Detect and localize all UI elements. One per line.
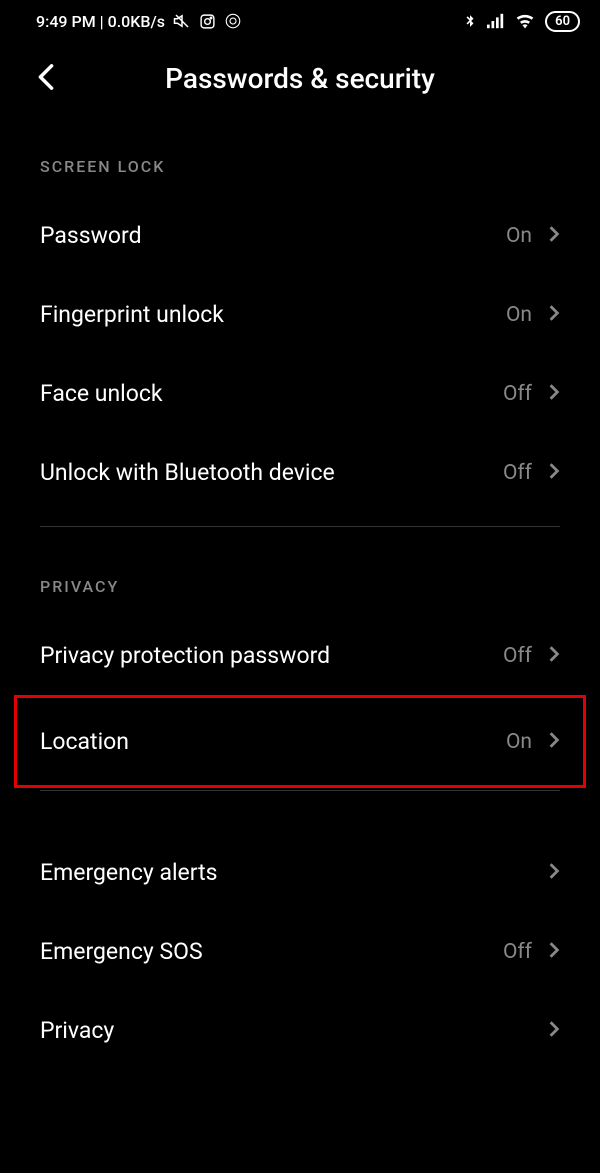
chevron-right-icon bbox=[548, 1020, 560, 1042]
item-value: On bbox=[506, 730, 532, 754]
item-value: Off bbox=[503, 461, 532, 485]
divider bbox=[40, 790, 560, 791]
settings-item-privacy[interactable]: Privacy bbox=[40, 991, 560, 1070]
item-value: Off bbox=[503, 382, 532, 406]
section-header-screen-lock: SCREEN LOCK bbox=[40, 121, 560, 196]
divider bbox=[40, 526, 560, 527]
app-icon bbox=[224, 12, 242, 30]
item-label: Fingerprint unlock bbox=[40, 301, 224, 328]
settings-item-location[interactable]: Location On bbox=[40, 698, 560, 785]
page-header: Passwords & security bbox=[0, 42, 600, 121]
chevron-right-icon bbox=[548, 462, 560, 484]
wifi-icon bbox=[515, 13, 535, 29]
settings-item-fingerprint[interactable]: Fingerprint unlock On bbox=[40, 275, 560, 354]
bluetooth-icon bbox=[463, 12, 477, 30]
chevron-right-icon bbox=[548, 862, 560, 884]
instagram-icon bbox=[199, 13, 216, 30]
item-value: Off bbox=[503, 644, 532, 668]
chevron-right-icon bbox=[548, 645, 560, 667]
item-value: Off bbox=[503, 940, 532, 964]
settings-item-privacy-password[interactable]: Privacy protection password Off bbox=[40, 616, 560, 695]
chevron-right-icon bbox=[548, 731, 560, 753]
battery-indicator: 60 bbox=[545, 11, 580, 32]
item-label: Unlock with Bluetooth device bbox=[40, 459, 335, 486]
back-button[interactable] bbox=[36, 63, 56, 95]
chevron-right-icon bbox=[548, 383, 560, 405]
status-bar-left: 9:49 PM | 0.0KB/s bbox=[36, 12, 242, 31]
status-time: 9:49 PM | 0.0KB/s bbox=[36, 12, 165, 31]
item-label: Password bbox=[40, 222, 142, 249]
page-title: Passwords & security bbox=[36, 62, 564, 95]
settings-item-password[interactable]: Password On bbox=[40, 196, 560, 275]
item-label: Emergency alerts bbox=[40, 859, 218, 886]
settings-item-bluetooth-unlock[interactable]: Unlock with Bluetooth device Off bbox=[40, 433, 560, 512]
status-bar-right: 60 bbox=[463, 11, 580, 32]
settings-item-face-unlock[interactable]: Face unlock Off bbox=[40, 354, 560, 433]
settings-item-emergency-alerts[interactable]: Emergency alerts bbox=[40, 833, 560, 912]
chevron-right-icon bbox=[548, 941, 560, 963]
chevron-right-icon bbox=[548, 304, 560, 326]
section-header-privacy: PRIVACY bbox=[40, 541, 560, 616]
settings-item-emergency-sos[interactable]: Emergency SOS Off bbox=[40, 912, 560, 991]
item-value: On bbox=[506, 303, 532, 327]
item-label: Face unlock bbox=[40, 380, 163, 407]
mute-icon bbox=[173, 12, 191, 30]
chevron-right-icon bbox=[548, 225, 560, 247]
highlighted-location: Location On bbox=[14, 695, 586, 788]
item-label: Emergency SOS bbox=[40, 938, 203, 965]
settings-content: SCREEN LOCK Password On Fingerprint unlo… bbox=[0, 121, 600, 1070]
item-label: Location bbox=[40, 728, 129, 755]
item-label: Privacy protection password bbox=[40, 642, 330, 669]
status-bar: 9:49 PM | 0.0KB/s 60 bbox=[0, 0, 600, 42]
signal-icon bbox=[487, 13, 505, 29]
item-label: Privacy bbox=[40, 1017, 114, 1044]
item-value: On bbox=[506, 224, 532, 248]
